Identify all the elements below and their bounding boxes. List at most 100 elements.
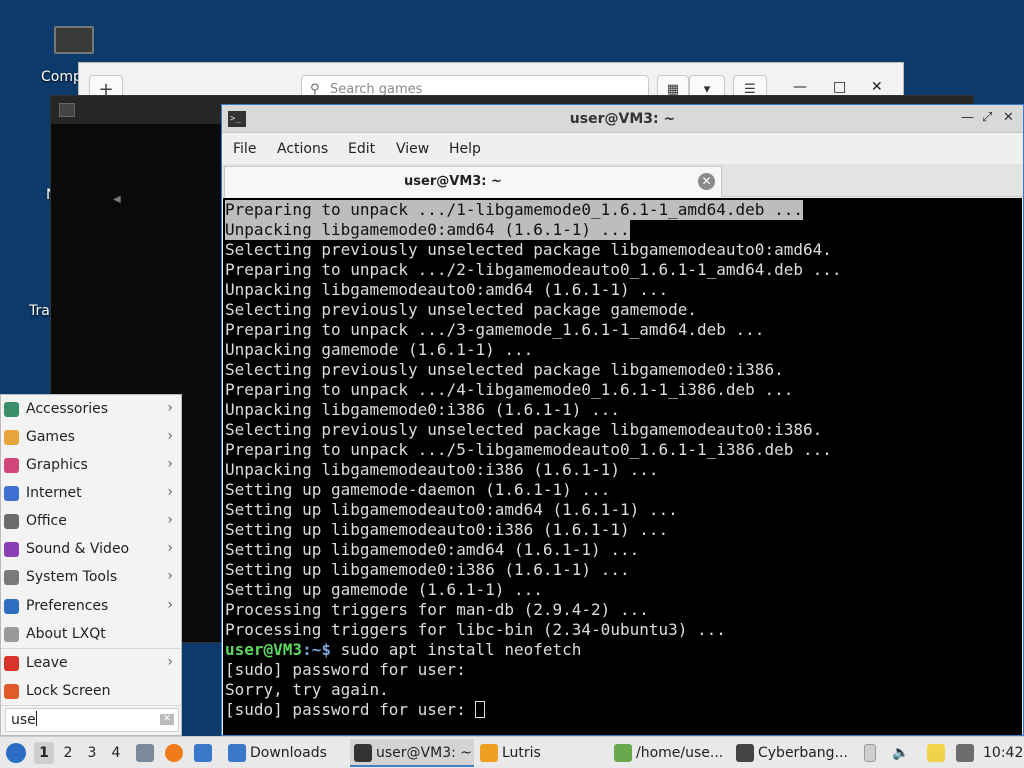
menu-help[interactable]: Help — [449, 141, 481, 157]
terminal-titlebar[interactable]: >_ user@VM3: ~ — ⤢ ✕ — [222, 105, 1023, 133]
terminal-line-text: Sorry, try again. — [225, 680, 389, 699]
menu-item-lock-screen[interactable]: Lock Screen — [1, 678, 181, 706]
task-button[interactable]: Cyberbang... — [732, 739, 854, 767]
minimize-icon[interactable]: — — [793, 79, 807, 95]
game-icon — [59, 103, 75, 117]
text-caret — [35, 711, 37, 726]
workspace-1[interactable]: 1 — [34, 742, 54, 764]
clear-search-icon[interactable]: ✕ — [160, 714, 174, 725]
preferences-icon — [4, 599, 19, 614]
desktop-label-trash: Tra — [29, 303, 50, 319]
terminal-line-text: Processing triggers for libc-bin (2.34-0… — [225, 620, 726, 639]
file-manager-icon — [614, 744, 632, 762]
terminal-window: >_ user@VM3: ~ — ⤢ ✕ File Actions Edit V… — [221, 104, 1024, 736]
firefox-icon[interactable] — [165, 744, 183, 762]
app-menu-icon[interactable] — [6, 743, 26, 763]
chevron-right-icon: › — [167, 400, 173, 416]
terminal-icon — [354, 744, 372, 762]
workspace-3[interactable]: 3 — [82, 742, 102, 764]
menu-item-games[interactable]: Games › — [1, 424, 181, 452]
menu-search-input[interactable]: use ✕ — [5, 708, 179, 732]
menu-item-preferences[interactable]: Preferences › — [1, 593, 181, 621]
menu-item-leave[interactable]: Leave › — [1, 650, 181, 678]
menu-item-office[interactable]: Office › — [1, 508, 181, 536]
command-line: user@VM3:~$ sudo apt install neofetch — [225, 640, 1022, 660]
chevron-right-icon: › — [167, 484, 173, 500]
menu-item-label: System Tools — [26, 569, 118, 585]
menu-item-label: Sound & Video — [26, 541, 130, 557]
menu-item-label: About LXQt — [26, 626, 106, 642]
taskbar: 🔈 10:42 1 2 3 4 Downloads user@VM3: ~ Lutris/h… — [0, 736, 1024, 768]
computer-desktop-icon[interactable] — [54, 26, 96, 60]
show-desktop-icon[interactable] — [194, 744, 212, 762]
clock[interactable]: 10:42 — [983, 737, 1023, 768]
terminal-line-text: Setting up gamemode (1.6.1-1) ... — [225, 580, 543, 599]
close-icon[interactable]: ✕ — [871, 79, 883, 95]
terminal-line-text: Preparing to unpack .../2-libgamemodeaut… — [225, 260, 842, 279]
desktop-label-computer: Comp — [41, 69, 82, 85]
restore-icon[interactable]: ⤢ — [982, 110, 992, 125]
menu-item-system-tools[interactable]: System Tools › — [1, 564, 181, 592]
file-manager-launcher-icon[interactable] — [136, 744, 154, 762]
terminal-output[interactable]: Preparing to unpack .../1-libgamemode0_1… — [223, 198, 1022, 735]
terminal-line: Setting up gamemode (1.6.1-1) ... — [225, 580, 1022, 600]
maximize-icon[interactable]: □ — [833, 79, 846, 95]
minimize-icon[interactable]: — — [961, 110, 974, 125]
menu-actions[interactable]: Actions — [277, 141, 328, 157]
terminal-tab[interactable]: user@VM3: ~ ✕ — [224, 166, 722, 197]
close-tab-icon[interactable]: ✕ — [698, 173, 715, 190]
menu-view[interactable]: View — [396, 141, 429, 157]
workspace-4[interactable]: 4 — [106, 742, 126, 764]
terminal-line-text: Setting up libgamemodeauto0:i386 (1.6.1-… — [225, 520, 669, 539]
terminal-line-text: [sudo] password for user: — [225, 700, 476, 719]
menu-item-internet[interactable]: Internet › — [1, 480, 181, 508]
chevron-right-icon: › — [167, 512, 173, 528]
menu-item-label: Graphics — [26, 457, 88, 473]
menu-item-label: Preferences — [26, 598, 109, 614]
terminal-line-text: Setting up libgamemode0:i386 (1.6.1-1) .… — [225, 560, 630, 579]
tab-label: user@VM3: ~ — [404, 174, 502, 189]
window-title: user@VM3: ~ — [569, 111, 676, 127]
terminal-line: Preparing to unpack .../1-libgamemode0_1… — [225, 200, 1022, 220]
command-text: sudo apt install neofetch — [330, 640, 582, 659]
graphics-icon — [4, 458, 19, 473]
terminal-line: Sorry, try again. — [225, 680, 1022, 700]
volume-icon[interactable]: 🔈 — [892, 737, 909, 768]
internet-icon — [4, 486, 19, 501]
task-button[interactable]: Lutris — [476, 739, 600, 767]
menu-edit[interactable]: Edit — [348, 141, 375, 157]
terminal-line: [sudo] password for user: — [225, 700, 1022, 720]
menu-item-sound-video[interactable]: Sound & Video › — [1, 536, 181, 564]
terminal-line: Preparing to unpack .../3-gamemode_1.6.1… — [225, 320, 1022, 340]
terminal-line-text: Preparing to unpack .../1-libgamemode0_1… — [225, 200, 803, 220]
scroll-icon[interactable] — [864, 744, 876, 762]
info-icon — [4, 627, 19, 642]
task-label: Cyberbang... — [758, 745, 848, 761]
workspace-2[interactable]: 2 — [58, 742, 78, 764]
sound-video-icon — [4, 542, 19, 557]
task-button[interactable]: Downloads — [224, 739, 348, 767]
network-icon[interactable] — [956, 744, 974, 762]
task-button[interactable]: /home/use... — [610, 739, 728, 767]
terminal-line-text: Selecting previously unselected package … — [225, 420, 823, 439]
menu-item-graphics[interactable]: Graphics › — [1, 452, 181, 480]
terminal-line-text: Preparing to unpack .../5-libgamemodeaut… — [225, 440, 832, 459]
terminal-line-text: [sudo] password for user: — [225, 660, 466, 679]
menu-file[interactable]: File — [233, 141, 256, 157]
terminal-line: Selecting previously unselected package … — [225, 240, 1022, 260]
task-button[interactable]: user@VM3: ~ — [350, 739, 474, 767]
menu-bar: File Actions Edit View Help — [222, 134, 1023, 164]
terminal-line-text: Unpacking libgamemodeauto0:amd64 (1.6.1-… — [225, 280, 669, 299]
terminal-line: Selecting previously unselected package … — [225, 360, 1022, 380]
clipboard-icon[interactable] — [927, 744, 945, 762]
close-icon[interactable]: ✕ — [1003, 110, 1014, 125]
menu-item-accessories[interactable]: Accessories › — [1, 396, 181, 424]
terminal-line: Setting up libgamemode0:i386 (1.6.1-1) .… — [225, 560, 1022, 580]
menu-item-about-lxqt[interactable]: About LXQt — [1, 621, 181, 649]
terminal-line-text: Preparing to unpack .../4-libgamemode0_1… — [225, 380, 794, 399]
task-label: Downloads — [250, 745, 327, 761]
menu-item-label: Leave — [26, 655, 68, 671]
task-label: user@VM3: ~ — [376, 745, 472, 761]
terminal-line-text: Unpacking libgamemode0:amd64 (1.6.1-1) .… — [225, 220, 630, 240]
terminal-cursor — [475, 701, 486, 718]
